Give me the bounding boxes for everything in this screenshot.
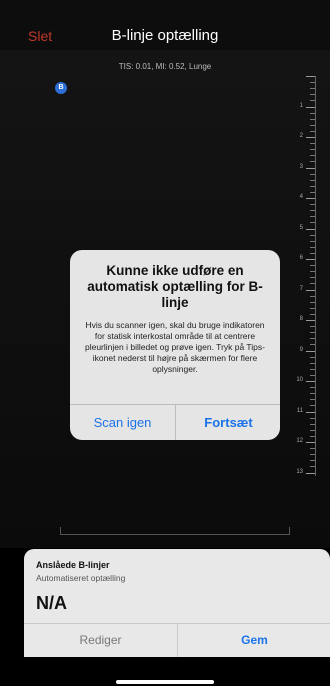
ruler-minor-tick (310, 179, 315, 181)
ruler-major-tick (306, 137, 315, 138)
ruler-major-tick (306, 381, 315, 382)
ruler-minor-tick (310, 246, 315, 248)
intercostal-region-indicator (60, 527, 290, 535)
result-title: Anslåede B-linjer (36, 560, 110, 570)
ruler-minor-tick (310, 466, 315, 468)
ruler-minor-tick (310, 283, 315, 285)
ruler-minor-tick (310, 307, 315, 309)
alert-title: Kunne ikke udføre en automatisk optællin… (87, 263, 263, 310)
ruler-depth-label: 9 (299, 346, 303, 353)
ruler-depth-label: 13 (296, 468, 303, 475)
ruler-depth-label: 3 (299, 163, 303, 170)
ruler-minor-tick (310, 112, 315, 114)
ruler-minor-tick (310, 417, 315, 419)
ruler-minor-tick (310, 301, 315, 303)
ruler-major-tick (306, 76, 315, 77)
ruler-minor-tick (310, 204, 315, 206)
ruler-depth-label: 11 (296, 407, 303, 414)
ruler-depth-label: 12 (296, 438, 303, 444)
ruler-minor-tick (310, 338, 315, 340)
ruler-minor-tick (310, 387, 315, 389)
ruler-major-tick (306, 198, 315, 199)
ruler-depth-label: 8 (299, 316, 303, 322)
ruler-minor-tick (310, 240, 315, 242)
ruler-minor-tick (310, 332, 315, 334)
ruler-minor-tick (310, 344, 315, 346)
ruler-major-tick (306, 259, 315, 260)
ruler-minor-tick (310, 460, 315, 462)
result-value: N/A (36, 593, 67, 613)
ruler-major-tick (306, 320, 315, 321)
ruler-major-tick (306, 411, 315, 413)
home-indicator (116, 680, 214, 684)
ruler-depth-label: 7 (299, 285, 303, 292)
edit-button[interactable]: Rediger (24, 624, 177, 657)
tis-mi-readout: TIS: 0.01, MI: 0.52, Lunge (118, 62, 212, 71)
navigation-bar: Slet B-linje optælling (0, 0, 330, 50)
ruler-minor-tick (310, 191, 315, 193)
ruler-major-tick (306, 167, 315, 169)
ruler-depth-label: 6 (299, 255, 303, 261)
ruler-minor-tick (310, 448, 315, 450)
ruler-minor-tick (310, 82, 315, 84)
ruler-minor-tick (310, 130, 315, 132)
ruler-minor-tick (310, 124, 315, 126)
ruler-minor-tick (310, 423, 315, 425)
ruler-minor-tick (310, 155, 315, 157)
ruler-minor-tick (310, 277, 315, 279)
ruler-minor-tick (310, 216, 315, 218)
ruler-minor-tick (310, 100, 315, 102)
ruler-minor-tick (310, 393, 315, 395)
scan-again-button[interactable]: Scan igen (70, 405, 175, 440)
ruler-minor-tick (310, 173, 315, 175)
ruler-minor-tick (310, 94, 315, 96)
page-title: B-linje optælling (111, 27, 219, 44)
ruler-minor-tick (310, 222, 315, 224)
ruler-depth-label: 5 (299, 224, 303, 231)
error-alert: Kunne ikke udføre en automatisk optællin… (70, 250, 280, 440)
ruler-minor-tick (310, 88, 315, 90)
ruler-depth-label: 1 (299, 102, 303, 109)
ruler-minor-tick (310, 313, 315, 315)
ruler-minor-tick (310, 435, 315, 437)
ruler-minor-tick (310, 374, 315, 376)
ruler-minor-tick (310, 252, 315, 254)
ruler-minor-tick (310, 210, 315, 212)
ruler-minor-tick (310, 234, 315, 236)
ruler-minor-tick (310, 429, 315, 431)
ruler-minor-tick (310, 454, 315, 456)
ruler-major-tick (306, 442, 315, 443)
ruler-major-tick (306, 289, 315, 291)
ruler-minor-tick (310, 118, 315, 120)
ruler-major-tick (306, 350, 315, 352)
ruler-depth-label: 4 (299, 194, 303, 200)
ruler-minor-tick (310, 295, 315, 297)
continue-button[interactable]: Fortsæt (176, 405, 280, 440)
ruler-minor-tick (310, 405, 315, 407)
ruler-major-tick (306, 472, 315, 474)
result-subtitle: Automatiseret optælling (36, 573, 126, 583)
ruler-minor-tick (310, 161, 315, 163)
ruler-minor-tick (310, 265, 315, 267)
ruler-minor-tick (310, 362, 315, 364)
ruler-minor-tick (310, 356, 315, 358)
result-card: Anslåede B-linjer Automatiseret optællin… (24, 549, 330, 657)
ruler-depth-label: 10 (296, 377, 303, 383)
ruler-depth-label: 2 (299, 133, 303, 139)
ruler-minor-tick (310, 143, 315, 145)
alert-message: Hvis du scanner igen, skal du bruge indi… (84, 320, 265, 374)
ruler-minor-tick (310, 149, 315, 151)
ruler-minor-tick (310, 368, 315, 370)
save-button[interactable]: Gem (178, 624, 330, 657)
ruler-minor-tick (310, 399, 315, 401)
ruler-major-tick (306, 228, 315, 230)
ruler-minor-tick (310, 185, 315, 187)
b-line-marker: B (55, 82, 67, 94)
ruler-major-tick (306, 106, 315, 108)
ruler-minor-tick (310, 326, 315, 328)
ruler-minor-tick (310, 271, 315, 273)
depth-ruler (315, 76, 316, 476)
